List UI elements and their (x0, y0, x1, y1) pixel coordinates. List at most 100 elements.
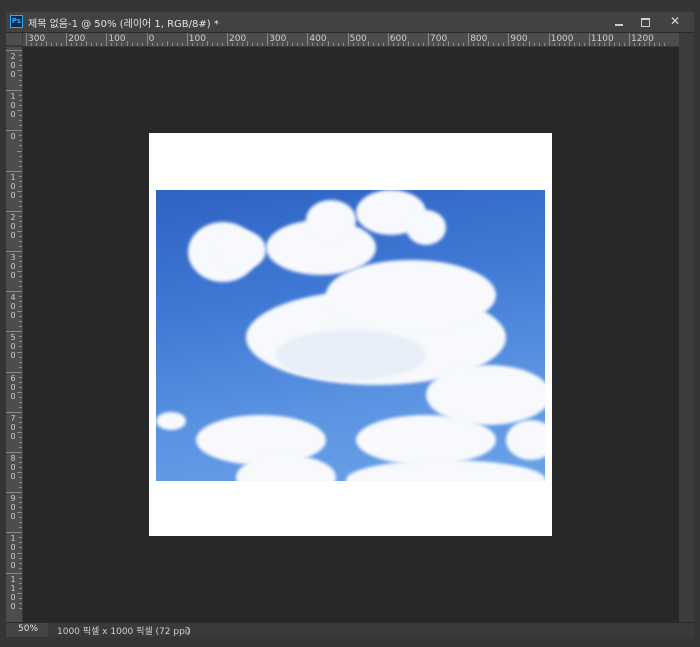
ruler-h-minor-tick (166, 41, 168, 46)
ruler-v-minor-tick (17, 311, 22, 313)
ruler-v-minor-tick (19, 205, 22, 207)
ruler-h-minor-tick (342, 43, 344, 46)
ruler-v-label: 3 0 0 (10, 253, 16, 280)
ruler-v-minor-tick (19, 582, 22, 584)
ruler-h-minor-tick (523, 43, 525, 46)
ruler-h-minor-tick (503, 43, 505, 46)
ruler-h-major-tick (267, 33, 269, 46)
ruler-h-minor-tick (292, 43, 294, 46)
document-window: Ps 제목 없음-1 @ 50% (레이어 1, RGB/8#) * ✕ 300… (0, 0, 700, 647)
ruler-v-major-tick (6, 50, 22, 51)
ruler-h-minor-tick (141, 43, 143, 46)
ps-app-icon: Ps (10, 15, 23, 28)
ruler-v-minor-tick (19, 235, 22, 237)
ruler-h-minor-tick (608, 41, 610, 46)
document-tab-titlebar[interactable]: Ps 제목 없음-1 @ 50% (레이어 1, RGB/8#) * ✕ (6, 12, 694, 33)
ruler-v-major-tick (6, 492, 22, 494)
ruler-v-minor-tick (19, 95, 22, 97)
ruler-h-minor-tick (578, 43, 580, 46)
ruler-h-minor-tick (131, 43, 133, 46)
ruler-v-minor-tick (19, 467, 22, 469)
ruler-v-minor-tick (17, 391, 22, 393)
ruler-v-minor-tick (19, 326, 22, 328)
canvas-workspace[interactable] (23, 47, 679, 622)
ruler-h-major-tick (508, 33, 510, 46)
ruler-h-minor-tick (372, 43, 374, 46)
ruler-h-minor-tick (327, 41, 329, 46)
vertical-scrollbar[interactable] (679, 33, 694, 622)
ruler-h-major-tick (106, 33, 108, 46)
ruler-h-minor-tick (151, 43, 153, 46)
ruler-v-minor-tick (19, 482, 22, 484)
ruler-v-minor-tick (19, 396, 22, 398)
ruler-v-minor-tick (19, 55, 22, 57)
ruler-v-minor-tick (17, 351, 22, 353)
ruler-v-major-tick (6, 452, 22, 453)
maximize-icon (641, 18, 650, 27)
status-bar: 50% 1000 픽셀 x 1000 픽셀 (72 ppi) 〉 (6, 622, 694, 637)
ruler-v-minor-tick (17, 150, 22, 152)
ruler-v-minor-tick (19, 266, 22, 268)
ruler-v-label: 1 0 0 (10, 92, 16, 120)
ruler-v-minor-tick (19, 446, 22, 448)
ruler-h-minor-tick (417, 43, 419, 46)
ruler-h-minor-tick (232, 43, 234, 46)
ruler-h-major-tick (26, 33, 27, 46)
close-icon: ✕ (670, 14, 681, 28)
ruler-v-minor-tick (19, 346, 22, 348)
ruler-h-minor-tick (382, 43, 384, 46)
ruler-v-minor-tick (19, 60, 22, 62)
ruler-v-minor-tick (19, 240, 22, 242)
ruler-h-minor-tick (211, 43, 213, 46)
ruler-h-minor-tick (302, 43, 304, 46)
close-button[interactable]: ✕ (658, 12, 692, 32)
ruler-h-minor-tick (216, 43, 218, 46)
zoom-field[interactable]: 50% (6, 623, 48, 637)
ruler-h-minor-tick (196, 43, 198, 46)
ruler-v-minor-tick (19, 356, 22, 358)
ruler-h-minor-tick (493, 43, 495, 46)
ruler-v-minor-tick (17, 472, 22, 474)
ruler-h-minor-tick (191, 43, 193, 46)
ruler-v-minor-tick (19, 195, 22, 197)
ruler-v-minor-tick (19, 562, 22, 564)
ruler-v-label: 2 0 0 (10, 212, 16, 240)
ruler-h-minor-tick (538, 43, 540, 46)
ruler-v-minor-tick (17, 552, 22, 554)
ruler-v-minor-tick (19, 215, 22, 217)
ruler-h-minor-tick (443, 43, 445, 46)
document-canvas[interactable] (149, 133, 552, 536)
ruler-origin-corner[interactable] (6, 33, 23, 46)
status-menu-arrow-icon[interactable]: 〉 (186, 624, 195, 637)
ruler-h-minor-tick (618, 43, 620, 46)
ruler-h-minor-tick (664, 43, 666, 46)
ruler-h-minor-tick (659, 43, 661, 46)
ruler-v-minor-tick (19, 160, 22, 162)
ruler-v-minor-tick (19, 386, 22, 388)
ruler-h-minor-tick (558, 43, 560, 46)
ruler-v-minor-tick (17, 190, 22, 192)
ruler-v-minor-tick (17, 431, 22, 433)
maximize-button[interactable] (632, 12, 658, 32)
sky-clouds-image (156, 190, 545, 481)
minimize-button[interactable] (606, 12, 632, 32)
horizontal-ruler[interactable]: 300 200 100 0 100 200 300 400 500 600 700 800 900 100… (23, 33, 679, 47)
ruler-v-minor-tick (19, 276, 22, 278)
ruler-v-minor-tick (19, 301, 22, 303)
ruler-v-minor-tick (19, 557, 22, 559)
ruler-h-minor-tick (287, 41, 289, 46)
ruler-v-minor-tick (19, 406, 22, 408)
ruler-h-minor-tick (161, 43, 163, 46)
ruler-v-minor-tick (19, 185, 22, 187)
ruler-v-major-tick (6, 532, 22, 534)
ruler-v-minor-tick (19, 145, 22, 147)
ruler-v-label: 9 0 0 (10, 494, 16, 522)
ruler-v-minor-tick (19, 547, 22, 549)
ruler-v-label: 6 0 0 (10, 373, 16, 401)
ruler-h-minor-tick (598, 43, 600, 46)
vertical-ruler[interactable]: 2 0 0 1 0 0 0 1 0 0 2 0 0 3 0 0 4 0 0 5 0 0 6 0 … (6, 47, 23, 622)
ruler-h-minor-tick (206, 41, 208, 46)
ruler-v-minor-tick (19, 416, 22, 418)
ruler-v-minor-tick (19, 597, 22, 599)
ruler-v-label: 1 0 0 (10, 172, 16, 200)
